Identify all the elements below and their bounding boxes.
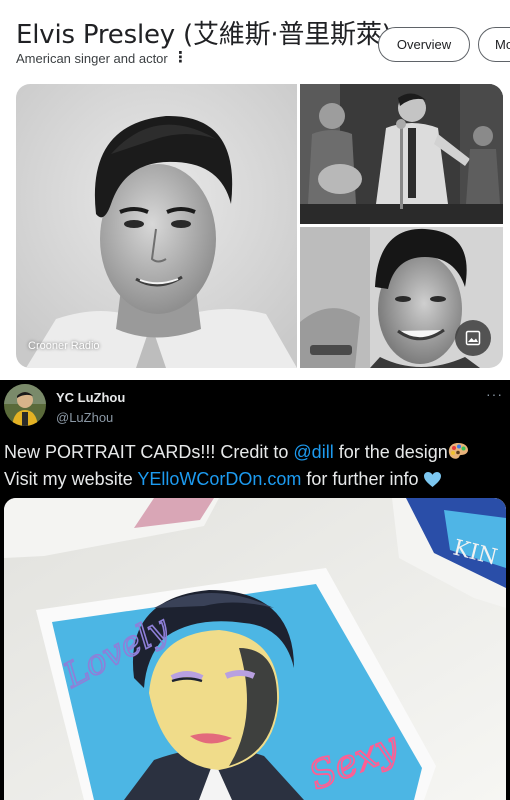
knowledge-panel: Elvis Presley (艾維斯·普里斯萊) American singer… — [0, 0, 510, 380]
tweet-text: for the design — [333, 442, 448, 462]
tweet-text: for further info — [301, 469, 424, 489]
tab-more[interactable]: Mo — [478, 27, 510, 62]
portrait-card-photo[interactable]: KIN Lovely Sexy — [4, 498, 506, 800]
entity-title: Elvis Presley (艾維斯·普里斯萊) — [16, 20, 392, 50]
tweet-text-line-2: Visit my website YElloWCorDOn.com for fu… — [4, 469, 442, 493]
author-display-name[interactable]: YC LuZhou — [56, 390, 125, 405]
smiling-portrait-image[interactable] — [300, 227, 503, 368]
entity-subtitle: American singer and actor — [16, 51, 168, 66]
tab-overview[interactable]: Overview — [378, 27, 470, 62]
tweet-text: New PORTRAIT CARDs!!! Credit to — [4, 442, 294, 462]
author-handle[interactable]: @LuZhou — [56, 410, 113, 425]
tweet-text-line-1: New PORTRAIT CARDs!!! Credit to @dill fo… — [4, 442, 469, 466]
light-blue-heart-icon — [423, 471, 442, 493]
vertical-dots-icon[interactable]: ⋮ — [173, 48, 188, 66]
tweet: YC LuZhou @LuZhou ··· New PORTRAIT CARDs… — [0, 380, 510, 800]
image-icon — [465, 330, 481, 346]
mention-link[interactable]: @dill — [293, 442, 333, 462]
tweet-text: Visit my website — [4, 469, 138, 489]
horizontal-dots-icon[interactable]: ··· — [486, 386, 503, 402]
artist-palette-icon — [448, 442, 469, 466]
main-portrait-image[interactable]: Crooner Radio — [16, 84, 297, 368]
more-images-button[interactable] — [455, 320, 491, 356]
avatar[interactable] — [4, 384, 46, 426]
image-source-caption[interactable]: Crooner Radio — [28, 340, 100, 352]
stage-photo-image[interactable] — [300, 84, 503, 224]
website-link[interactable]: YElloWCorDOn.com — [137, 469, 301, 489]
